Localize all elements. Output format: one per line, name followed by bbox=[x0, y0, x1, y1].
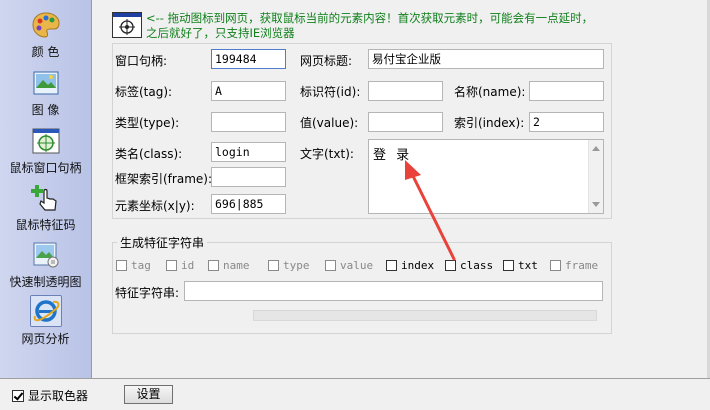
ie-browser-icon bbox=[29, 295, 62, 327]
check-txt[interactable]: txt bbox=[503, 259, 538, 272]
page-title-field[interactable]: 易付宝企业版 bbox=[368, 49, 604, 69]
name-label: 名称(name): bbox=[454, 85, 526, 99]
picture-icon bbox=[33, 71, 58, 95]
check-class[interactable]: class bbox=[445, 259, 493, 272]
feature-string-label: 特征字符串: bbox=[115, 286, 180, 300]
window-handle-label: 窗口句柄: bbox=[115, 54, 168, 68]
check-index[interactable]: index bbox=[386, 259, 434, 272]
sidebar-item-mouse-feature[interactable]: 鼠标特征码 bbox=[0, 183, 91, 233]
sidebar-item-label: 网页分析 bbox=[21, 332, 70, 346]
sidebar-item-image[interactable]: 图 像 bbox=[0, 68, 91, 118]
text-label: 文字(txt): bbox=[300, 147, 354, 161]
check-id[interactable]: id bbox=[166, 259, 194, 272]
index-field[interactable]: 2 bbox=[529, 112, 604, 132]
coords-field[interactable]: 696|885 bbox=[211, 194, 286, 214]
tag-field[interactable]: A bbox=[211, 81, 286, 101]
text-area[interactable]: 登 录 bbox=[368, 139, 604, 214]
frame-index-label: 框架索引(frame): bbox=[115, 172, 212, 186]
value-label: 值(value): bbox=[300, 116, 359, 130]
sidebar-item-color[interactable]: 颜 色 bbox=[0, 10, 91, 60]
sidebar-item-transparent-image[interactable]: 快速制透明图 bbox=[0, 240, 91, 290]
feature-string-legend: 生成特征字符串 bbox=[117, 234, 208, 251]
value-field[interactable] bbox=[368, 112, 443, 132]
settings-button[interactable]: 设置 bbox=[124, 385, 173, 404]
page-title-label: 网页标题: bbox=[300, 54, 353, 68]
check-tag[interactable]: tag bbox=[116, 259, 151, 272]
check-name[interactable]: name bbox=[208, 259, 250, 272]
progress-bar bbox=[253, 310, 597, 321]
sidebar-item-web-analysis[interactable]: 网页分析 bbox=[0, 295, 91, 347]
text-area-scrollbar[interactable] bbox=[588, 140, 603, 213]
tag-label: 标签(tag): bbox=[115, 85, 173, 99]
sidebar-item-label: 快速制透明图 bbox=[9, 275, 82, 289]
crosshair-window-icon bbox=[32, 128, 59, 154]
class-label: 类名(class): bbox=[115, 147, 183, 161]
id-label: 标识符(id): bbox=[300, 85, 361, 99]
drag-hint-text: <-- 拖动图标到网页，获取鼠标当前的元素内容！首次获取元素时，可能会有一点延时… bbox=[146, 11, 594, 40]
index-label: 索引(index): bbox=[454, 116, 525, 130]
class-field[interactable]: login bbox=[211, 142, 286, 162]
check-frame[interactable]: frame bbox=[550, 259, 598, 272]
palette-icon bbox=[31, 12, 60, 38]
type-label: 类型(type): bbox=[115, 116, 180, 130]
bottom-bar: 显示取色器 设置 bbox=[0, 378, 710, 410]
window-handle-field[interactable]: 199484 bbox=[211, 49, 286, 69]
sidebar-item-label: 图 像 bbox=[31, 103, 60, 117]
name-field[interactable] bbox=[529, 81, 604, 101]
id-field[interactable] bbox=[368, 81, 443, 101]
sidebar-item-label: 鼠标特征码 bbox=[15, 218, 76, 232]
sidebar-item-label: 鼠标窗口句柄 bbox=[9, 161, 82, 175]
show-color-picker-checkbox[interactable]: 显示取色器 bbox=[12, 387, 88, 404]
sidebar-item-label: 颜 色 bbox=[31, 45, 60, 59]
feature-string-field[interactable] bbox=[184, 281, 603, 301]
sidebar-item-window-handle[interactable]: 鼠标窗口句柄 bbox=[0, 126, 91, 176]
hand-cursor-plus-icon bbox=[30, 185, 57, 211]
transparent-image-icon bbox=[33, 242, 58, 268]
frame-index-field[interactable] bbox=[211, 167, 286, 187]
drag-finder-icon[interactable] bbox=[112, 12, 142, 38]
check-type[interactable]: type bbox=[268, 259, 310, 272]
checkbox-checked-icon bbox=[12, 390, 24, 402]
tool-sidebar: 颜 色 图 像 鼠标窗口句柄 鼠标特征码 快速制透明图 网页分析 bbox=[0, 0, 92, 378]
check-value[interactable]: value bbox=[325, 259, 373, 272]
coords-label: 元素坐标(x|y): bbox=[115, 199, 195, 213]
type-field[interactable] bbox=[211, 112, 286, 132]
text-area-value: 登 录 bbox=[373, 148, 413, 163]
